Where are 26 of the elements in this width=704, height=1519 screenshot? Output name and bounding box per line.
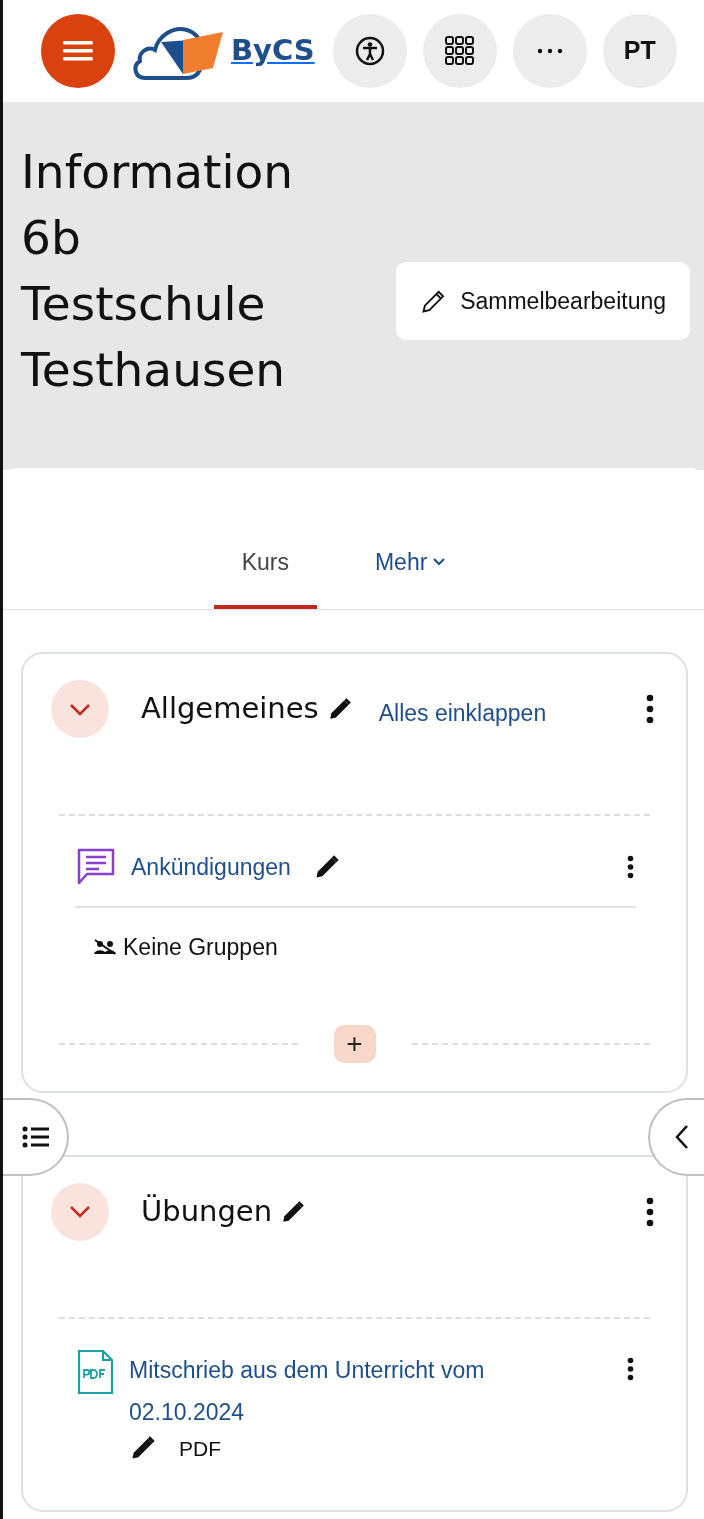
activity-link[interactable]: Ankündigungen: [131, 846, 291, 888]
file-type-label: PDF: [179, 1435, 221, 1462]
list-icon: [22, 1126, 50, 1148]
pencil-icon[interactable]: [280, 1198, 307, 1225]
menu-icon: [63, 40, 93, 62]
no-groups-icon: [93, 938, 117, 957]
chevron-left-icon: [675, 1124, 689, 1150]
pdf-file-icon: [75, 1348, 115, 1395]
section-title: Allgemeines: [141, 690, 319, 728]
logo-link[interactable]: ByCS: [131, 20, 315, 82]
tab[interactable]: Kurs: [213, 544, 317, 609]
group-mode-label: Keine Gruppen: [123, 933, 278, 962]
collapse-all-link[interactable]: Alles einklappen: [378, 695, 547, 731]
logo-text: ByCS: [231, 32, 315, 70]
more-icon: [536, 48, 563, 54]
page-title: Information 6b Testschule Testhausen: [21, 143, 295, 399]
section-title: Übungen: [141, 1192, 273, 1230]
chevron-down-icon: [69, 702, 91, 716]
user-avatar[interactable]: PT: [602, 14, 677, 88]
bulk-edit-button[interactable]: Sammelbearbeitung: [396, 261, 690, 341]
apps-grid-icon: [444, 36, 475, 66]
accessibility-icon: [354, 36, 385, 66]
add-activity-button[interactable]: +: [333, 1024, 376, 1063]
chevron-down-icon: [69, 1205, 91, 1218]
tab[interactable]: Mehr: [346, 544, 474, 609]
activity-link[interactable]: Mitschrieb aus dem Unterricht vom 02.10.2024: [129, 1348, 569, 1433]
